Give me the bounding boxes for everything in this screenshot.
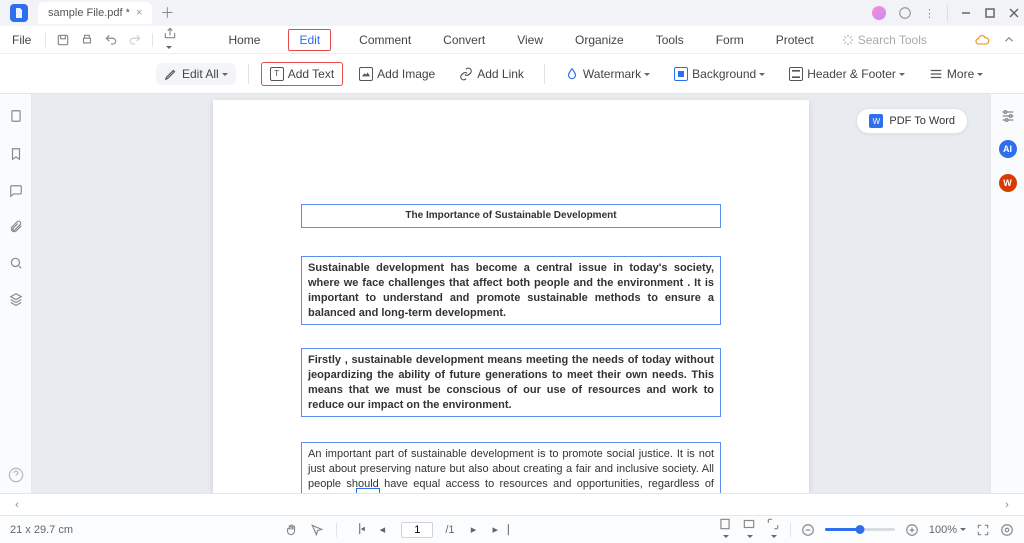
- zoom-slider[interactable]: [825, 528, 895, 531]
- menu-form[interactable]: Form: [712, 31, 748, 49]
- redo-icon[interactable]: [128, 33, 142, 47]
- collapse-ribbon-icon[interactable]: [1002, 33, 1016, 47]
- fit-mode-icon[interactable]: [766, 517, 780, 543]
- menu-view[interactable]: View: [513, 31, 547, 49]
- more-button[interactable]: More: [921, 63, 991, 85]
- workspace: W PDF To Word The Importance of Sustaina…: [0, 94, 1024, 493]
- navigation-bar: ‹ ›: [0, 493, 1024, 515]
- app-icon: [10, 4, 28, 22]
- notifications-icon[interactable]: [898, 6, 912, 20]
- left-sidebar: [0, 94, 32, 493]
- tab-title: sample File.pdf *: [48, 7, 130, 19]
- print-icon[interactable]: [80, 33, 94, 47]
- nav-next-icon[interactable]: ›: [998, 499, 1016, 511]
- add-link-button[interactable]: Add Link: [451, 63, 532, 85]
- doc-paragraph-1[interactable]: Sustainable development has become a cen…: [301, 256, 721, 325]
- new-tab-button[interactable]: ＋: [160, 3, 174, 23]
- page-layout-icon[interactable]: [718, 517, 732, 543]
- image-icon: [359, 67, 373, 81]
- page-number-input[interactable]: [401, 522, 433, 538]
- pdf-to-word-button[interactable]: W PDF To Word: [856, 108, 968, 134]
- prev-page-icon[interactable]: ◂: [375, 523, 389, 536]
- page-dimensions: 21 x 29.7 cm: [10, 524, 73, 536]
- last-page-icon[interactable]: ▸⎹: [493, 523, 507, 537]
- document-tab[interactable]: sample File.pdf * ×: [38, 2, 152, 24]
- undo-icon[interactable]: [104, 33, 118, 47]
- attachment-panel-icon[interactable]: [9, 220, 23, 234]
- word-icon: W: [869, 114, 883, 128]
- share-icon[interactable]: [163, 26, 177, 54]
- window-close-icon[interactable]: [1008, 7, 1020, 19]
- window-maximize-icon[interactable]: [984, 7, 996, 19]
- window-minimize-icon[interactable]: [960, 7, 972, 19]
- background-button[interactable]: Background: [666, 63, 773, 85]
- text-icon: T: [270, 67, 284, 81]
- drop-icon: [565, 67, 579, 81]
- menu-tools[interactable]: Tools: [652, 31, 688, 49]
- read-mode-icon[interactable]: [1000, 523, 1014, 537]
- layers-panel-icon[interactable]: [9, 292, 23, 306]
- menu-protect[interactable]: Protect: [772, 31, 818, 49]
- link-icon: [459, 67, 473, 81]
- page-total: /1: [445, 524, 454, 536]
- hand-tool-icon[interactable]: [284, 523, 298, 537]
- kebab-menu-icon[interactable]: ⋮: [924, 7, 935, 20]
- ai-assistant-icon[interactable]: AI: [999, 140, 1017, 158]
- right-sidebar: AI W: [990, 94, 1024, 493]
- menu-home[interactable]: Home: [224, 31, 264, 49]
- watermark-button[interactable]: Watermark: [557, 63, 658, 85]
- word-app-icon[interactable]: W: [999, 174, 1017, 192]
- edit-toolbar: Edit All T Add Text Add Image Add Link W…: [0, 54, 1024, 94]
- menu-convert[interactable]: Convert: [439, 31, 489, 49]
- tab-close-icon[interactable]: ×: [136, 7, 142, 19]
- document-page[interactable]: The Importance of Sustainable Developmen…: [213, 100, 809, 493]
- add-image-button[interactable]: Add Image: [351, 63, 443, 85]
- menu-file[interactable]: File: [8, 31, 35, 49]
- text-cursor-box[interactable]: [356, 488, 380, 493]
- status-bar: 21 x 29.7 cm ⎹◂ ◂ /1 ▸ ▸⎹ 100%: [0, 515, 1024, 543]
- search-panel-icon[interactable]: [9, 256, 23, 270]
- page-panel-icon[interactable]: [9, 108, 23, 124]
- next-page-icon[interactable]: ▸: [467, 523, 481, 536]
- header-footer-button[interactable]: Header & Footer: [781, 63, 913, 85]
- fullscreen-icon[interactable]: [976, 523, 990, 537]
- doc-title-block[interactable]: The Importance of Sustainable Developmen…: [301, 204, 721, 228]
- select-tool-icon[interactable]: [310, 523, 324, 537]
- nav-prev-icon[interactable]: ‹: [8, 499, 26, 511]
- zoom-in-icon[interactable]: [905, 523, 919, 537]
- settings-sliders-icon[interactable]: [1000, 108, 1016, 124]
- title-bar: sample File.pdf * × ＋ ⋮: [0, 0, 1024, 26]
- zoom-level[interactable]: 100%: [929, 524, 966, 536]
- first-page-icon[interactable]: ⎹◂: [349, 523, 363, 536]
- hamburger-icon: [929, 67, 943, 81]
- header-footer-icon: [789, 67, 803, 81]
- bookmark-panel-icon[interactable]: [9, 146, 23, 162]
- sparkle-icon: [842, 34, 854, 46]
- pencil-icon: [164, 67, 178, 81]
- zoom-out-icon[interactable]: [801, 523, 815, 537]
- edit-all-button[interactable]: Edit All: [156, 63, 236, 85]
- cloud-icon[interactable]: [974, 32, 990, 48]
- menu-edit[interactable]: Edit: [288, 29, 331, 51]
- doc-paragraph-3[interactable]: An important part of sustainable develop…: [301, 442, 721, 493]
- save-icon[interactable]: [56, 33, 70, 47]
- reading-mode-icon[interactable]: [742, 517, 756, 543]
- background-icon: [674, 67, 688, 81]
- document-canvas[interactable]: W PDF To Word The Importance of Sustaina…: [32, 94, 990, 493]
- comment-panel-icon[interactable]: [9, 184, 23, 198]
- add-text-button[interactable]: T Add Text: [261, 62, 343, 86]
- menu-organize[interactable]: Organize: [571, 31, 628, 49]
- menu-bar: File Home Edit Comment Convert View Orga…: [0, 26, 1024, 54]
- search-tools[interactable]: Search Tools: [842, 33, 927, 47]
- help-icon[interactable]: [8, 467, 24, 483]
- doc-paragraph-2[interactable]: Firstly , sustainable development means …: [301, 348, 721, 417]
- avatar-icon[interactable]: [872, 6, 886, 20]
- menu-comment[interactable]: Comment: [355, 31, 415, 49]
